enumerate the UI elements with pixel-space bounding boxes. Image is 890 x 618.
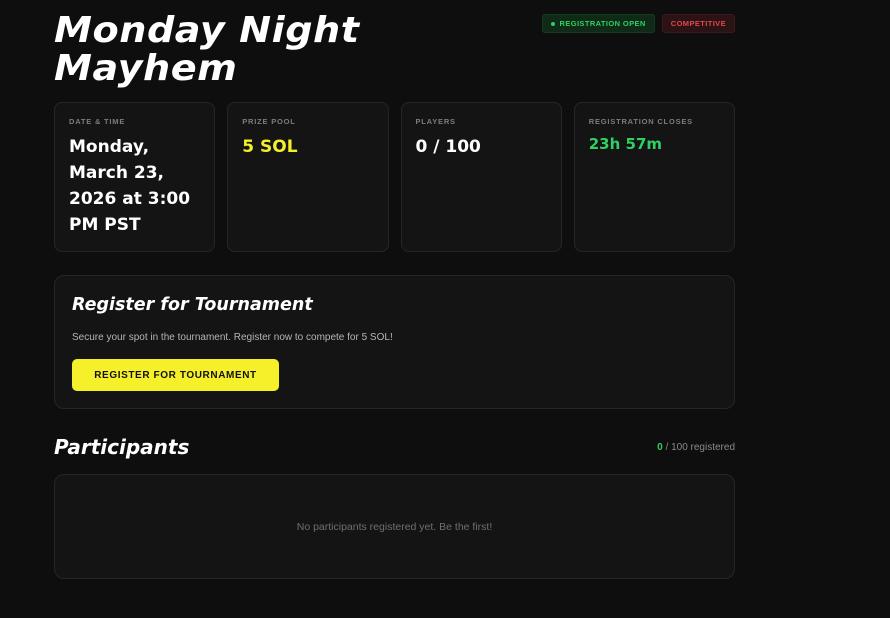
stats-row: DATE & TIME Monday, March 23, 2026 at 3:… [54, 102, 735, 252]
stat-label-date: DATE & TIME [69, 117, 126, 126]
stat-card-players: PLAYERS 0 / 100 [400, 102, 562, 252]
participants-count-suffix: / 100 registered [662, 441, 736, 453]
stat-card-registration-closes: REGISTRATION CLOSES 23h 57m [573, 102, 735, 252]
status-dot-icon [550, 21, 555, 26]
register-button[interactable]: REGISTER FOR TOURNAMENT [72, 359, 279, 391]
mode-badge: COMPETITIVE [661, 14, 735, 33]
stat-value-players: 0 / 100 [415, 137, 481, 157]
participants-count: 0 / 100 registered [657, 442, 735, 453]
registration-status-label: REGISTRATION OPEN [559, 19, 646, 28]
registration-status-badge: REGISTRATION OPEN [541, 14, 655, 33]
stat-card-prize: PRIZE POOL 5 SOL [227, 102, 389, 252]
participants-empty-message: No participants registered yet. Be the f… [296, 520, 493, 533]
register-heading: Register for Tournament [72, 295, 313, 315]
register-description: Secure your spot in the tournament. Regi… [72, 332, 393, 343]
stat-value-registration-closes: 23h 57m [588, 135, 663, 153]
mode-badge-label: COMPETITIVE [670, 19, 726, 28]
stat-card-date: DATE & TIME Monday, March 23, 2026 at 3:… [54, 102, 216, 252]
stat-label-players: PLAYERS [415, 117, 456, 126]
stat-value-date: Monday, March 23, 2026 at 3:00 PM PST [69, 137, 191, 235]
page-title: Monday Night Mayhem [54, 10, 360, 89]
stat-label-registration-closes: REGISTRATION CLOSES [588, 117, 693, 126]
participants-heading: Participants [54, 435, 190, 459]
tournament-page: Monday Night Mayhem REGISTRATION OPEN CO… [0, 0, 890, 618]
participants-list: No participants registered yet. Be the f… [54, 474, 735, 579]
status-badges: REGISTRATION OPEN COMPETITIVE [541, 14, 735, 33]
register-panel: Register for Tournament Secure your spot… [54, 275, 735, 409]
stat-label-prize: PRIZE POOL [242, 117, 296, 126]
participants-header: Participants 0 / 100 registered [54, 432, 735, 462]
stat-value-prize: 5 SOL [242, 137, 298, 157]
